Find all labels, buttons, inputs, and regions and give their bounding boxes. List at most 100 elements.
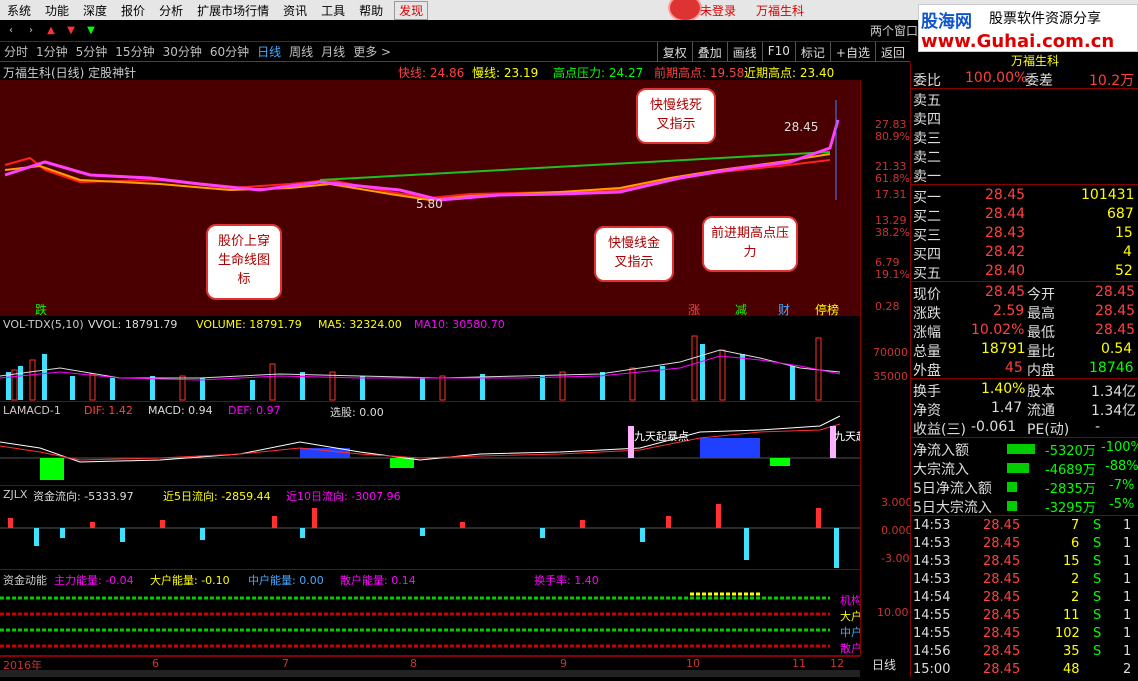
scale-label: 17.31 [875,188,907,201]
tick-side: S [1093,644,1102,659]
tick-price: 28.45 [983,590,1021,605]
buy-label: 买二 [913,209,941,225]
period-60min[interactable]: 60分钟 [206,43,253,60]
flow-percent: -88% [1105,459,1138,474]
tick-price: 28.45 [983,518,1021,533]
buy-row: 买三 28.43 15 [911,225,1138,244]
nav-toolbar: ‹ › ▲ ▼ ▼ [0,20,910,42]
zjlx-chart [0,504,860,568]
period-daily[interactable]: 日线 [253,43,285,60]
menu-system[interactable]: 系统 [0,2,38,19]
period-30min[interactable]: 30分钟 [159,43,206,60]
buy-volume: 4 [1123,244,1132,260]
period-1min[interactable]: 1分钟 [32,43,72,60]
forward-icon[interactable]: › [22,23,40,39]
main-chart-header: 万福生科(日线) 定股神针 快线: 24.86 慢线: 23.19 高点压力: … [0,63,860,80]
date-label: 9 [560,657,567,670]
bottom-tabs[interactable] [0,670,860,677]
sell-4-label: 卖四 [913,112,941,128]
weibi-value: 100.00% [965,70,1028,86]
add-watchlist-button[interactable]: +自选 [829,42,875,62]
mark-button[interactable]: 标记 [794,42,830,62]
stat-row: 现价 28.45 今开 28.45 [911,284,1138,303]
period-timeshare[interactable]: 分时 [0,43,32,60]
menu-quote[interactable]: 报价 [114,2,152,19]
period-more[interactable]: 更多 > [349,43,395,60]
menu-news[interactable]: 资讯 [276,2,314,19]
tick-side: S [1093,572,1102,587]
down-green-icon[interactable]: ▼ [82,23,100,39]
tick-price: 28.45 [983,662,1021,677]
tick-price: 28.45 [983,608,1021,623]
tick-side: S [1093,608,1102,623]
overlay-button[interactable]: 叠加 [691,42,727,62]
menu-function[interactable]: 功能 [38,2,76,19]
flow-percent: -5% [1109,497,1135,512]
buy-row: 买一 28.45 101431 [911,187,1138,206]
buy-row: 买四 28.42 4 [911,244,1138,263]
stat2-label: 股本 [1027,384,1055,400]
menu-discover[interactable]: 发现 [394,0,429,20]
stat-row: 涨幅 10.02% 最低 28.45 [911,322,1138,341]
tick-count: 1 [1123,644,1132,659]
watermark-slogan: 股票软件资源分享 [989,11,1101,27]
period-weekly[interactable]: 周线 [285,43,317,60]
up-red-icon[interactable]: ▲ [42,23,60,39]
stat-value: 10.02% [971,322,1025,338]
stat2-label: PE(动) [1027,422,1070,438]
weibi-label: 委比 [913,73,941,89]
stat-label: 涨跌 [913,306,941,322]
tick-row: 15:00 28.45 48 2 [911,662,1138,681]
scale-label: 61.8% [875,172,910,185]
top-stock-title: 万福生科 [756,4,805,18]
day-period-label[interactable]: 日线 [872,656,896,673]
period-15min[interactable]: 15分钟 [111,43,158,60]
flow-value: -3295万 [1045,501,1096,516]
date-label: 11 [792,657,806,670]
tick-side: S [1093,554,1102,569]
macd-scale [860,402,910,486]
tick-time: 14:53 [913,536,951,551]
volume-scale: 70000 35000 [860,316,910,402]
draw-line-button[interactable]: 画线 [726,42,762,62]
tag-big-player: 大户 [840,610,862,623]
login-status[interactable]: 未登录 [700,2,736,19]
tick-count: 2 [1123,662,1132,677]
tick-volume: 11 [1063,608,1080,623]
tick-volume: 2 [1071,572,1080,587]
restore-rights-button[interactable]: 复权 [656,42,692,62]
stat-label: 外盘 [913,363,941,379]
stat2-row: 换手 1.40% 股本 1.34亿 [911,381,1138,400]
menu-extended-market[interactable]: 扩展市场行情 [190,2,276,19]
near-high-value: 近期高点: 23.40 [744,66,835,80]
tag-retail: 散户 [840,642,862,655]
return-button[interactable]: 返回 [874,42,910,62]
date-label: 10 [686,657,700,670]
two-windows-button[interactable]: 两个窗口 [870,22,918,39]
stat-value: 45 [1005,360,1023,376]
down-red-icon[interactable]: ▼ [62,23,80,39]
date-label: 7 [282,657,289,670]
tick-side: S [1093,536,1102,551]
flow-value: -4689万 [1045,463,1096,478]
main-kline-panel[interactable]: 28.45 5.80 跌 涨 减 财 停榜 [0,80,860,317]
menu-help[interactable]: 帮助 [352,2,390,19]
menu-tools[interactable]: 工具 [314,2,352,19]
stat-row: 外盘 45 内盘 18746 [911,360,1138,379]
volume-bars [0,335,841,401]
stat-value: 28.45 [1095,322,1136,338]
menu-analysis[interactable]: 分析 [152,2,190,19]
menu-depth[interactable]: 深度 [76,2,114,19]
flow-bar [1007,501,1017,511]
buy-price: 28.43 [985,225,1026,241]
period-5min[interactable]: 5分钟 [72,43,112,60]
f10-button[interactable]: F10 [761,42,795,62]
period-monthly[interactable]: 月线 [317,43,349,60]
callout-lifeline-cross: 股价上穿生命线图标 [206,224,282,300]
stat2-value: -0.061 [971,419,1017,435]
low-price-label: 5.80 [416,197,443,211]
stat-label: 内盘 [1027,363,1055,379]
stat2-value: 1.47 [991,400,1023,416]
back-icon[interactable]: ‹ [2,23,20,39]
flow-bar [1007,444,1035,454]
